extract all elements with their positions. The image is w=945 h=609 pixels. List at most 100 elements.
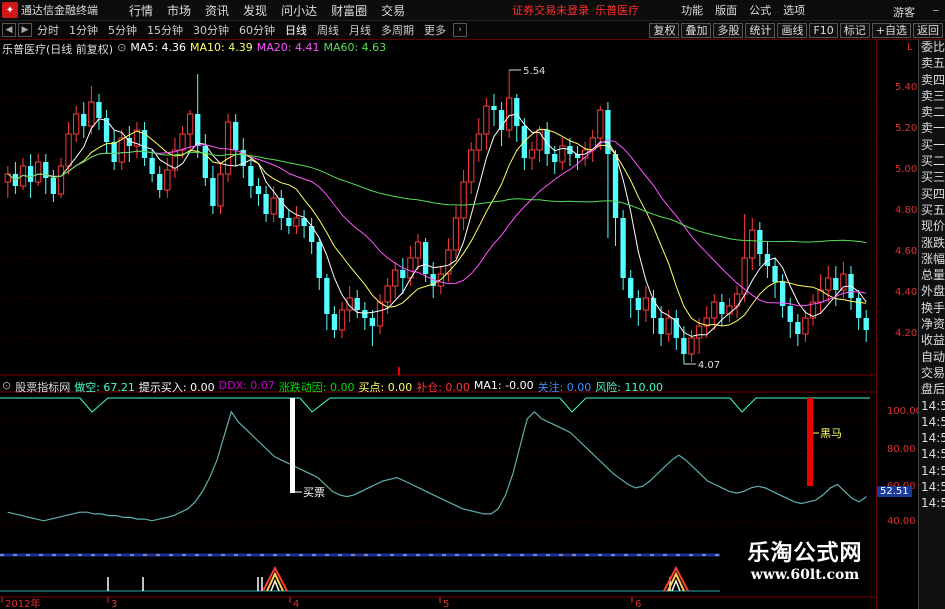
current-indicator-value: 52.51 (877, 486, 912, 497)
tool-back[interactable]: 返回 (913, 23, 943, 38)
side-tab[interactable]: 14:50 (919, 415, 945, 431)
period-60min[interactable]: 60分钟 (234, 22, 280, 38)
menu-item-ask[interactable]: 问小达 (274, 2, 324, 19)
period-15min[interactable]: 15分钟 (142, 22, 188, 38)
side-tab[interactable]: 卖四 (919, 73, 945, 89)
tool-draw[interactable]: 画线 (777, 23, 808, 38)
period-multi[interactable]: 多周期 (376, 22, 419, 38)
tool-f10[interactable]: F10 (809, 23, 838, 38)
period-daily[interactable]: 日线 (280, 22, 312, 38)
menu-item-quote[interactable]: 行情 (122, 2, 160, 19)
period-monthly[interactable]: 月线 (344, 22, 376, 38)
right-menu: 功能 版面 公式 选项 (675, 2, 811, 18)
side-tab[interactable]: 买二 (919, 154, 945, 170)
candle-body (452, 217, 460, 251)
candle-body (210, 178, 216, 206)
stock-name-link[interactable]: 乐普医疗 (595, 2, 639, 18)
next-arrow-icon[interactable]: ▶ (18, 23, 32, 37)
side-tab[interactable]: 14:50 (919, 480, 945, 496)
candle-body (665, 317, 672, 335)
x-axis-label: 4 (293, 599, 299, 609)
scale-log-toggle[interactable]: L (907, 42, 913, 53)
side-tab[interactable]: 买四 (919, 187, 945, 203)
side-tab[interactable]: 买五 (919, 203, 945, 219)
side-tab[interactable]: 涨幅 (919, 252, 945, 268)
guest-login-link[interactable]: 游客 (893, 4, 915, 20)
more-arrow-icon[interactable]: › (453, 23, 467, 37)
side-tab[interactable]: 净资 (919, 317, 945, 333)
candle-body (224, 121, 232, 175)
period-more[interactable]: 更多 (419, 22, 451, 38)
ind-tick: 80.00 (887, 444, 916, 455)
side-tab[interactable]: 委比 (919, 40, 945, 56)
tool-overlay[interactable]: 叠加 (681, 23, 712, 38)
menu-item-layout[interactable]: 版面 (709, 2, 743, 18)
black-horse-bar (807, 398, 813, 486)
side-tab[interactable]: 交易 (919, 366, 945, 382)
menu-item-news[interactable]: 资讯 (198, 2, 236, 19)
menu-item-market[interactable]: 市场 (160, 2, 198, 19)
menu-item-function[interactable]: 功能 (675, 2, 709, 18)
side-tab[interactable]: 14:50 (919, 464, 945, 480)
candle-body (491, 106, 497, 110)
prev-arrow-icon[interactable]: ◀ (2, 23, 16, 37)
side-tab[interactable]: 收益 (919, 333, 945, 349)
buy-signal-bar (290, 398, 295, 493)
period-intraday[interactable]: 分时 (32, 22, 64, 38)
ma60-line (7, 150, 867, 244)
tool-multi-stock[interactable]: 多股 (713, 23, 744, 38)
period-30min[interactable]: 30分钟 (188, 22, 234, 38)
side-tab[interactable]: 外盘 (919, 284, 945, 300)
side-tab[interactable]: 现价 (919, 219, 945, 235)
candle-body (498, 110, 505, 130)
side-tab[interactable]: 14:50 (919, 399, 945, 415)
menu-item-wealth[interactable]: 财富圈 (324, 2, 374, 19)
period-5min[interactable]: 5分钟 (103, 22, 142, 38)
price-legend: 乐普医疗(日线 前复权) ⊙ MA5: 4.36 MA10: 4.39 MA20… (2, 41, 386, 57)
signal-peak-white (270, 578, 280, 592)
candle-body (278, 198, 284, 218)
period-1min[interactable]: 1分钟 (64, 22, 103, 38)
candle-body (628, 278, 634, 298)
side-tab[interactable]: 14:50 (919, 447, 945, 463)
price-tick: 4.40 (895, 287, 918, 298)
login-warning-link[interactable]: 证券交易未登录 (512, 2, 589, 18)
ma5-label: MA5: 4.36 (130, 41, 187, 54)
indicator-settings-icon[interactable]: ⊙ (2, 379, 11, 395)
side-tab[interactable]: 卖三 (919, 89, 945, 105)
side-tab[interactable]: 14:50 (919, 496, 945, 512)
candle-body (65, 133, 72, 167)
kline-chart-area[interactable]: 5.54 4.07 买票 黑马 2012年 3 4 5 6 乐普医疗(日线 前复权) ⊙ MA5… (0, 40, 876, 609)
candle-body (460, 181, 467, 219)
side-tab[interactable]: 涨跌 (919, 236, 945, 252)
side-tab[interactable]: 14:50 (919, 431, 945, 447)
candle-body (483, 105, 490, 135)
menu-item-options[interactable]: 选项 (777, 2, 811, 18)
side-tab[interactable]: 卖一 (919, 121, 945, 137)
side-tab[interactable]: 买一 (919, 138, 945, 154)
tool-add-watchlist[interactable]: +自选 (871, 23, 911, 38)
candle-body (157, 174, 163, 190)
tool-mark[interactable]: 标记 (839, 23, 870, 38)
tool-stats[interactable]: 统计 (745, 23, 776, 38)
tool-adjust[interactable]: 复权 (649, 23, 680, 38)
menu-item-trade[interactable]: 交易 (374, 2, 412, 19)
candle-body (103, 118, 110, 142)
period-weekly[interactable]: 周线 (312, 22, 344, 38)
side-tab[interactable]: 卖二 (919, 105, 945, 121)
price-tick: 4.80 (895, 205, 918, 216)
side-tab[interactable]: 买三 (919, 170, 945, 186)
side-tab[interactable]: 卖五 (919, 56, 945, 72)
price-tick: 5.00 (895, 164, 918, 175)
candle-body (338, 309, 346, 331)
y-axis-scale: L 5.40 5.20 5.00 4.80 4.60 4.40 4.20 100… (876, 40, 922, 609)
side-tab[interactable]: 盘后 (919, 382, 945, 398)
minimize-icon[interactable]: – (933, 3, 940, 18)
settings-icon[interactable]: ⊙ (117, 41, 126, 57)
side-tab[interactable]: 总量 (919, 268, 945, 284)
price-tick: 4.20 (895, 328, 918, 339)
side-tab[interactable]: 换手 (919, 301, 945, 317)
side-tab[interactable]: 自动 (919, 350, 945, 366)
menu-item-discover[interactable]: 发现 (236, 2, 274, 19)
menu-item-formula[interactable]: 公式 (743, 2, 777, 18)
